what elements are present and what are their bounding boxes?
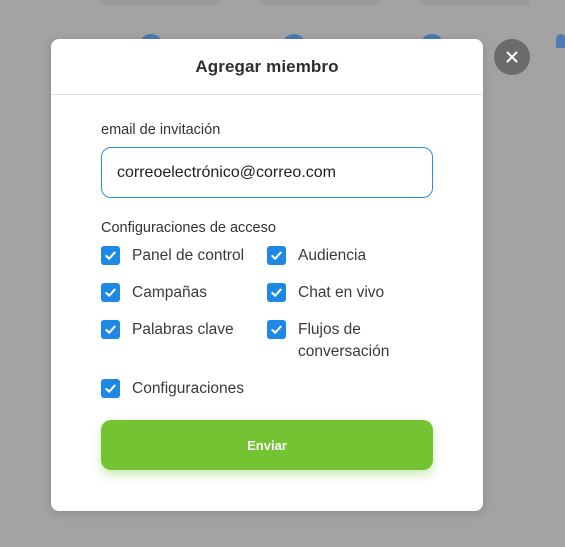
submit-button[interactable]: Enviar xyxy=(101,420,433,470)
option-chat-en-vivo[interactable]: Chat en vivo xyxy=(267,283,384,304)
option-configuraciones[interactable]: Configuraciones xyxy=(101,379,244,400)
background-decoration xyxy=(556,34,565,48)
modal-header: Agregar miembro xyxy=(51,39,483,95)
close-button[interactable] xyxy=(494,39,530,75)
checkbox[interactable] xyxy=(101,379,120,398)
option-campanas[interactable]: Campañas xyxy=(101,283,207,304)
option-label: Chat en vivo xyxy=(298,284,385,301)
checkbox[interactable] xyxy=(101,283,120,302)
checkbox[interactable] xyxy=(101,246,120,265)
option-label: Configuraciones xyxy=(132,380,245,397)
checkbox[interactable] xyxy=(101,320,120,339)
modal-title: Agregar miembro xyxy=(195,56,339,76)
email-label: email de invitación xyxy=(101,122,221,138)
access-settings-label: Configuraciones de acceso xyxy=(101,220,276,236)
background-decoration xyxy=(100,0,220,5)
email-input[interactable] xyxy=(101,147,433,198)
option-audiencia[interactable]: Audiencia xyxy=(267,246,366,267)
check-icon xyxy=(105,384,116,393)
option-label: Flujos de conversación xyxy=(298,321,390,360)
option-label: Panel de control xyxy=(132,247,245,264)
check-icon xyxy=(271,251,282,260)
check-icon xyxy=(271,325,282,334)
option-palabras-clave[interactable]: Palabras clave xyxy=(101,320,234,341)
checkbox[interactable] xyxy=(267,320,286,339)
close-icon xyxy=(506,51,518,63)
option-panel-de-control[interactable]: Panel de control xyxy=(101,246,244,267)
check-icon xyxy=(105,251,116,260)
option-label: Audiencia xyxy=(298,247,367,264)
check-icon xyxy=(105,325,116,334)
background-decoration xyxy=(420,0,530,5)
check-icon xyxy=(105,288,116,297)
checkbox[interactable] xyxy=(267,246,286,265)
checkbox[interactable] xyxy=(267,283,286,302)
option-label: Palabras clave xyxy=(132,321,234,338)
add-member-modal: Agregar miembro email de invitación Conf… xyxy=(51,39,483,511)
background-decoration xyxy=(260,0,380,5)
check-icon xyxy=(271,288,282,297)
option-flujos-de-conversacion[interactable]: Flujos de conversación xyxy=(267,320,418,363)
option-label: Campañas xyxy=(132,284,207,301)
